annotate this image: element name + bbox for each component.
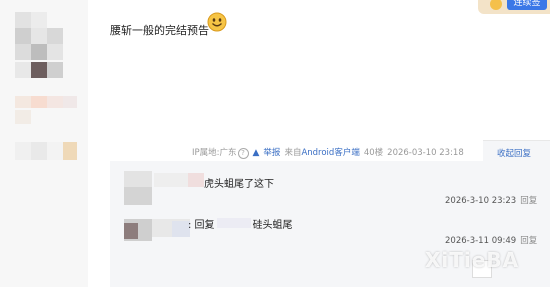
watermark: XiTieBA xyxy=(425,248,520,272)
reply-avatar[interactable] xyxy=(124,187,152,205)
post-timestamp: 2026-03-10 23:18 xyxy=(387,148,464,158)
reply-body: 硅头蛆尾 xyxy=(252,220,293,231)
ip-location: IP属地:广东 xyxy=(192,148,237,158)
avatar-pixel xyxy=(15,96,31,108)
avatar-pixel xyxy=(15,110,31,124)
reply-time: 2026-3-10 23:23 回复 xyxy=(445,194,537,206)
collapse-replies-button[interactable]: 收起回复 xyxy=(497,147,531,159)
avatar-pixel xyxy=(31,96,47,108)
avatar-pixel xyxy=(31,62,47,78)
avatar-pixel xyxy=(15,44,31,60)
reply-time: 2026-3-11 09:49 回复 xyxy=(445,234,537,246)
reply-button[interactable]: 回复 xyxy=(520,236,537,246)
report-link[interactable]: 举报 xyxy=(263,148,280,158)
sidebar-avatars xyxy=(0,0,88,287)
avatar-pixel xyxy=(15,62,31,78)
source-prefix: 来自 xyxy=(284,148,302,158)
help-icon[interactable]: ? xyxy=(237,148,249,159)
avatar-pixel xyxy=(31,28,47,44)
avatar-pixel xyxy=(63,96,77,108)
sign-in-button[interactable]: 连续签 xyxy=(507,0,547,10)
reply-text: : 回复 硅头蛆尾 xyxy=(188,216,293,231)
reply-text: 虎头蛆尾了这下 xyxy=(204,179,274,190)
avatar-pixel xyxy=(15,28,31,44)
client-link[interactable]: Android客户端 xyxy=(301,148,359,158)
avatar-pixel xyxy=(47,96,63,108)
avatar-pixel xyxy=(47,62,63,78)
avatar-pixel xyxy=(31,44,47,60)
avatar-pixel xyxy=(47,28,63,44)
avatar-pixel xyxy=(63,142,77,160)
avatar-pixel xyxy=(31,12,47,28)
mentioned-username[interactable] xyxy=(216,218,251,228)
post-content: 腰斩一般的完结预告 xyxy=(110,24,209,37)
avatar-pixel xyxy=(15,142,31,160)
reply-timestamp: 2026-3-11 09:49 xyxy=(445,236,517,246)
avatar-pixel xyxy=(15,12,31,28)
floor-number: 40楼 xyxy=(363,148,384,158)
reply-prefix: : 回复 xyxy=(188,220,215,231)
avatar-pixel xyxy=(31,142,47,160)
reply-button[interactable]: 回复 xyxy=(520,196,537,206)
reply-avatar[interactable] xyxy=(124,223,138,239)
reply-username[interactable] xyxy=(188,173,204,187)
smiley-emoji-icon xyxy=(207,12,227,32)
avatar-pixel xyxy=(47,44,63,60)
reply-timestamp: 2026-3-10 23:23 xyxy=(445,196,517,206)
avatar-pixel xyxy=(47,142,63,160)
report-icon[interactable]: ▲ xyxy=(253,148,260,158)
post-meta: IP属地:广东? ▲ 举报 来自Android客户端 40楼 2026-03-10 23:… xyxy=(192,146,468,159)
